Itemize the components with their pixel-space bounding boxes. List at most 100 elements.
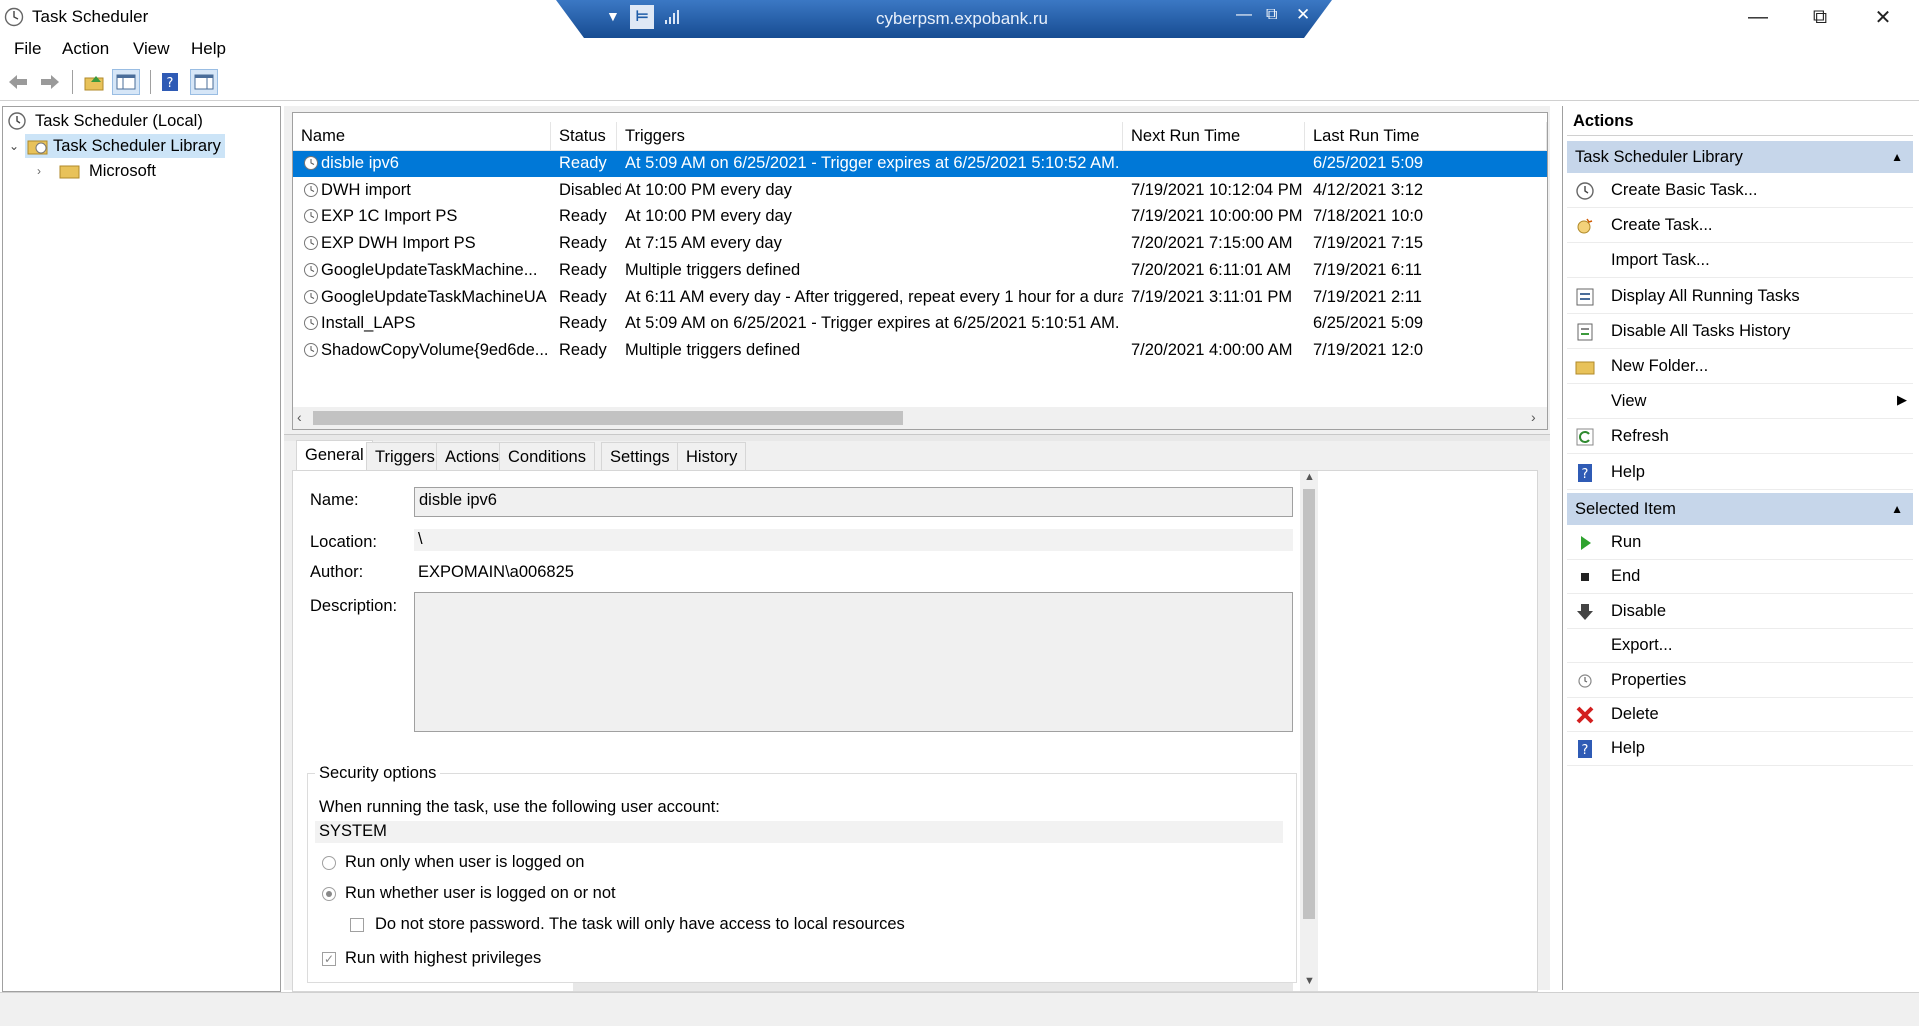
scroll-down-arrow-icon[interactable]: ▼	[1304, 975, 1315, 987]
back-arrow-icon[interactable]	[4, 69, 32, 95]
user-account-value: SYSTEM	[315, 821, 1283, 843]
show-action-pane-icon[interactable]	[190, 69, 218, 95]
forward-arrow-icon[interactable]	[36, 69, 64, 95]
task-clock-icon	[304, 156, 318, 170]
action-label: Help	[1611, 739, 1645, 758]
collapse-arrow-icon[interactable]: ▲	[1891, 493, 1903, 525]
description-field[interactable]	[414, 592, 1293, 732]
task-row[interactable]: ShadowCopyVolume{9ed6de... Ready Multiple …	[293, 338, 1547, 364]
scroll-thumb[interactable]	[313, 411, 903, 425]
toolbar: ?	[0, 66, 1919, 101]
rd-restore-button[interactable]: ⧉	[1266, 6, 1277, 24]
rd-minimize-button[interactable]: —	[1236, 6, 1252, 24]
menu-action[interactable]: Action	[62, 39, 109, 59]
action-item[interactable]: Create Basic Task...	[1567, 174, 1913, 208]
tab-history[interactable]: History	[677, 442, 747, 470]
scroll-up-arrow-icon[interactable]: ▲	[1304, 471, 1315, 483]
vertical-scrollbar[interactable]: ▲ ▼	[1300, 471, 1318, 991]
task-name-field[interactable]: disble ipv6	[414, 487, 1293, 517]
task-row[interactable]: GoogleUpdateTaskMachineUA Ready At 6:11 AM…	[293, 285, 1547, 311]
help-icon[interactable]: ?	[156, 69, 184, 95]
action-item[interactable]: Refresh	[1567, 420, 1913, 455]
show-console-tree-icon[interactable]	[112, 69, 140, 95]
action-item[interactable]: Run	[1567, 526, 1913, 560]
disable-history-icon	[1577, 323, 1593, 341]
tab-triggers[interactable]: Triggers	[366, 442, 444, 470]
rd-menu-arrow-icon[interactable]: ▼	[606, 8, 620, 24]
scroll-right-arrow-icon[interactable]: ›	[1531, 409, 1536, 425]
action-item[interactable]: ? Help	[1567, 732, 1913, 767]
up-folder-icon[interactable]	[80, 69, 108, 95]
chevron-right-icon[interactable]: ›	[37, 164, 59, 178]
tab-settings[interactable]: Settings	[601, 442, 679, 470]
close-button[interactable]: ✕	[1852, 0, 1914, 34]
tab-actions[interactable]: Actions	[436, 442, 509, 470]
chevron-down-icon[interactable]: ⌄	[9, 139, 25, 153]
action-item[interactable]: Import Task...	[1567, 244, 1913, 279]
column-header-status[interactable]: Status	[551, 122, 617, 150]
task-cell-trigger: Multiple triggers defined	[625, 340, 801, 359]
task-cell-status: Ready	[559, 234, 607, 253]
task-row[interactable]: GoogleUpdateTaskMachine... Ready Multiple …	[293, 258, 1547, 284]
minimize-button[interactable]: —	[1727, 0, 1789, 34]
task-row[interactable]: EXP DWH Import PS Ready At 7:15 AM every d…	[293, 231, 1547, 257]
menu-view[interactable]: View	[133, 39, 170, 59]
action-item[interactable]: Disable All Tasks History	[1567, 315, 1913, 349]
column-header-next-run[interactable]: Next Run Time	[1123, 122, 1305, 150]
action-label: Create Task...	[1611, 216, 1713, 235]
action-item[interactable]: Disable	[1567, 595, 1913, 629]
menu-help[interactable]: Help	[191, 39, 226, 59]
menu-file[interactable]: File	[14, 39, 41, 59]
pane-splitter[interactable]	[284, 434, 1550, 441]
section-task-scheduler-library[interactable]: Task Scheduler Library ▲	[1567, 141, 1913, 173]
action-item[interactable]: Delete	[1567, 698, 1913, 732]
action-item[interactable]: View ▶	[1567, 385, 1913, 420]
task-row[interactable]: disble ipv6 Ready At 5:09 AM on 6/25/2021 …	[293, 151, 1547, 177]
task-cell-last: 7/19/2021 6:11	[1313, 260, 1422, 279]
action-item[interactable]: Properties	[1567, 664, 1913, 698]
task-row[interactable]: DWH import Disabled At 10:00 PM every day 7…	[293, 178, 1547, 204]
scroll-thumb[interactable]	[1303, 489, 1315, 919]
action-label: Display All Running Tasks	[1611, 286, 1800, 305]
svg-text:?: ?	[167, 76, 174, 91]
collapse-arrow-icon[interactable]: ▲	[1891, 141, 1903, 173]
action-item[interactable]: Create Task...	[1567, 209, 1913, 244]
section-selected-item[interactable]: Selected Item ▲	[1567, 493, 1913, 525]
action-item[interactable]: Display All Running Tasks	[1567, 280, 1913, 314]
rd-close-button[interactable]: ✕	[1296, 5, 1310, 25]
tab-general[interactable]: General	[296, 440, 373, 471]
tree-item-task-scheduler-local[interactable]: Task Scheduler (Local)	[7, 109, 203, 133]
pin-icon[interactable]: ⊨	[630, 5, 654, 29]
task-cell-next: 7/20/2021 4:00:00 AM	[1131, 340, 1293, 359]
horizontal-scrollbar[interactable]: ‹ ›	[293, 407, 1547, 429]
tab-conditions[interactable]: Conditions	[499, 442, 595, 470]
action-item[interactable]: Export...	[1567, 629, 1913, 664]
task-clock-icon	[304, 289, 318, 304]
actions-title: Actions	[1567, 106, 1913, 136]
column-header-triggers[interactable]: Triggers	[617, 122, 1123, 150]
task-clock-icon	[304, 182, 318, 197]
actions-pane: Actions Task Scheduler Library ▲ Selecte…	[1562, 106, 1918, 990]
action-item[interactable]: New Folder...	[1567, 350, 1913, 384]
author-label: Author:	[310, 563, 364, 581]
task-row[interactable]: EXP 1C Import PS Ready At 10:00 PM every d…	[293, 204, 1547, 230]
task-row[interactable]: Install_LAPS Ready At 5:09 AM on 6/25/2021…	[293, 311, 1547, 337]
tree-item-microsoft[interactable]: › Microsoft	[37, 159, 156, 183]
checkbox-no-store-password[interactable]	[350, 918, 364, 932]
checkbox-highest-privileges[interactable]: ✓	[322, 952, 336, 966]
scroll-left-arrow-icon[interactable]: ‹	[297, 409, 302, 425]
configure-for-field[interactable]	[573, 983, 1293, 991]
new-folder-icon	[1575, 361, 1595, 375]
help-icon: ?	[1578, 463, 1592, 482]
column-header-name[interactable]: Name	[293, 122, 551, 150]
task-cell-last: 7/18/2021 10:0	[1313, 207, 1424, 226]
radio-run-whether[interactable]	[322, 887, 336, 901]
tree-item-library[interactable]: ⌄ Task Scheduler Library	[9, 134, 225, 158]
column-header-last-run[interactable]: Last Run Time	[1305, 122, 1547, 150]
action-item[interactable]: End	[1567, 560, 1913, 595]
radio-run-logged-on[interactable]	[322, 856, 336, 870]
restore-button[interactable]: ⧉	[1789, 0, 1851, 34]
folder-icon	[59, 165, 80, 179]
action-item[interactable]: ? Help	[1567, 456, 1913, 490]
task-cell-status: Ready	[559, 207, 607, 226]
